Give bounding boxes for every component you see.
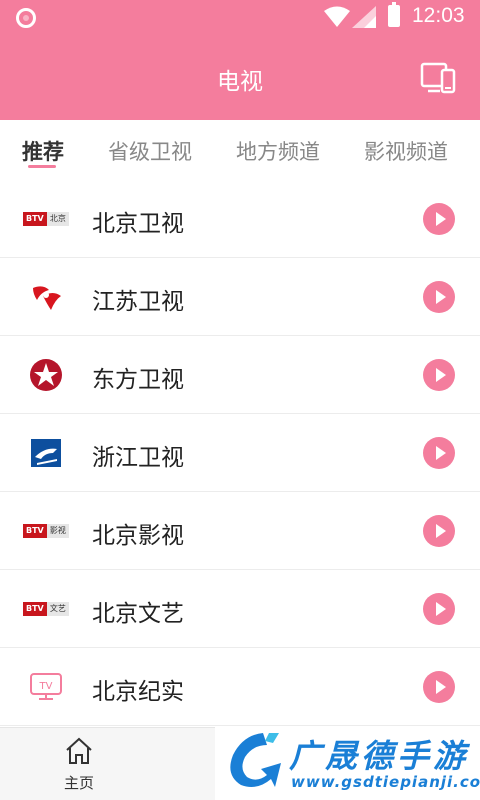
watermark-logo: [230, 733, 281, 787]
svg-text:TV: TV: [39, 681, 53, 692]
play-icon[interactable]: [423, 359, 455, 391]
home-icon[interactable]: [64, 736, 94, 766]
play-icon[interactable]: [423, 437, 455, 469]
play-icon[interactable]: [423, 671, 455, 703]
play-icon[interactable]: [423, 515, 455, 547]
tv-icon: TV: [22, 670, 70, 704]
active-tab-indicator: [28, 165, 56, 168]
channel-name: 东方卫视: [92, 367, 184, 393]
page-title: 电视: [217, 69, 263, 95]
btv-beijing-logo: BTV 北京: [22, 202, 70, 236]
list-item[interactable]: 江苏卫视: [0, 258, 480, 336]
channel-list: BTV 北京 北京卫视 江苏卫视 东方卫视 浙江卫视 BTV 影视 北京影视 B…: [0, 180, 480, 726]
tab-provincial-tv[interactable]: 省级卫视: [108, 136, 192, 166]
list-item[interactable]: BTV 文艺 北京文艺: [0, 570, 480, 648]
channel-name: 北京文艺: [92, 601, 184, 627]
bottom-nav: 主页: [0, 727, 215, 800]
list-item[interactable]: BTV 影视 北京影视: [0, 492, 480, 570]
watermark-url: www.gsdtiepianji.com: [291, 773, 480, 791]
channel-name: 北京卫视: [92, 211, 184, 237]
status-bar: 12:03: [0, 0, 480, 36]
play-icon[interactable]: [423, 281, 455, 313]
watermark-title: 广晟德手游: [289, 737, 470, 775]
watermark-overlay: 广晟德手游 www.gsdtiepianji.com: [215, 727, 480, 800]
wifi-icon: [324, 6, 350, 27]
channel-name: 浙江卫视: [92, 445, 184, 471]
zhejiang-tv-logo: [22, 436, 70, 470]
tab-recommended[interactable]: 推荐: [22, 136, 64, 166]
list-item[interactable]: BTV 北京 北京卫视: [0, 180, 480, 258]
tab-local-channels[interactable]: 地方频道: [236, 136, 320, 166]
dragon-tv-logo: [22, 358, 70, 392]
channel-name: 北京影视: [92, 523, 184, 549]
jiangsu-tv-logo: [22, 280, 70, 314]
app-header: 12:03 电视: [0, 0, 480, 120]
tab-movie-channels[interactable]: 影视频道: [364, 136, 448, 166]
channel-name: 江苏卫视: [92, 289, 184, 315]
btv-arts-logo: BTV 文艺: [22, 592, 70, 626]
battery-icon: [388, 2, 400, 27]
screen-cast-icon[interactable]: [420, 60, 456, 96]
list-item[interactable]: TV 北京纪实: [0, 648, 480, 726]
list-item[interactable]: 浙江卫视: [0, 414, 480, 492]
play-icon[interactable]: [423, 593, 455, 625]
notification-dot-icon: [16, 8, 36, 28]
btv-movie-logo: BTV 影视: [22, 514, 70, 548]
play-icon[interactable]: [423, 203, 455, 235]
nav-home-label[interactable]: 主页: [64, 772, 94, 793]
channel-name: 北京纪实: [92, 679, 184, 705]
status-time: 12:03: [412, 4, 465, 27]
channel-tabs: 推荐 省级卫视 地方频道 影视频道: [0, 120, 480, 180]
signal-icon: [352, 6, 376, 28]
list-item[interactable]: 东方卫视: [0, 336, 480, 414]
